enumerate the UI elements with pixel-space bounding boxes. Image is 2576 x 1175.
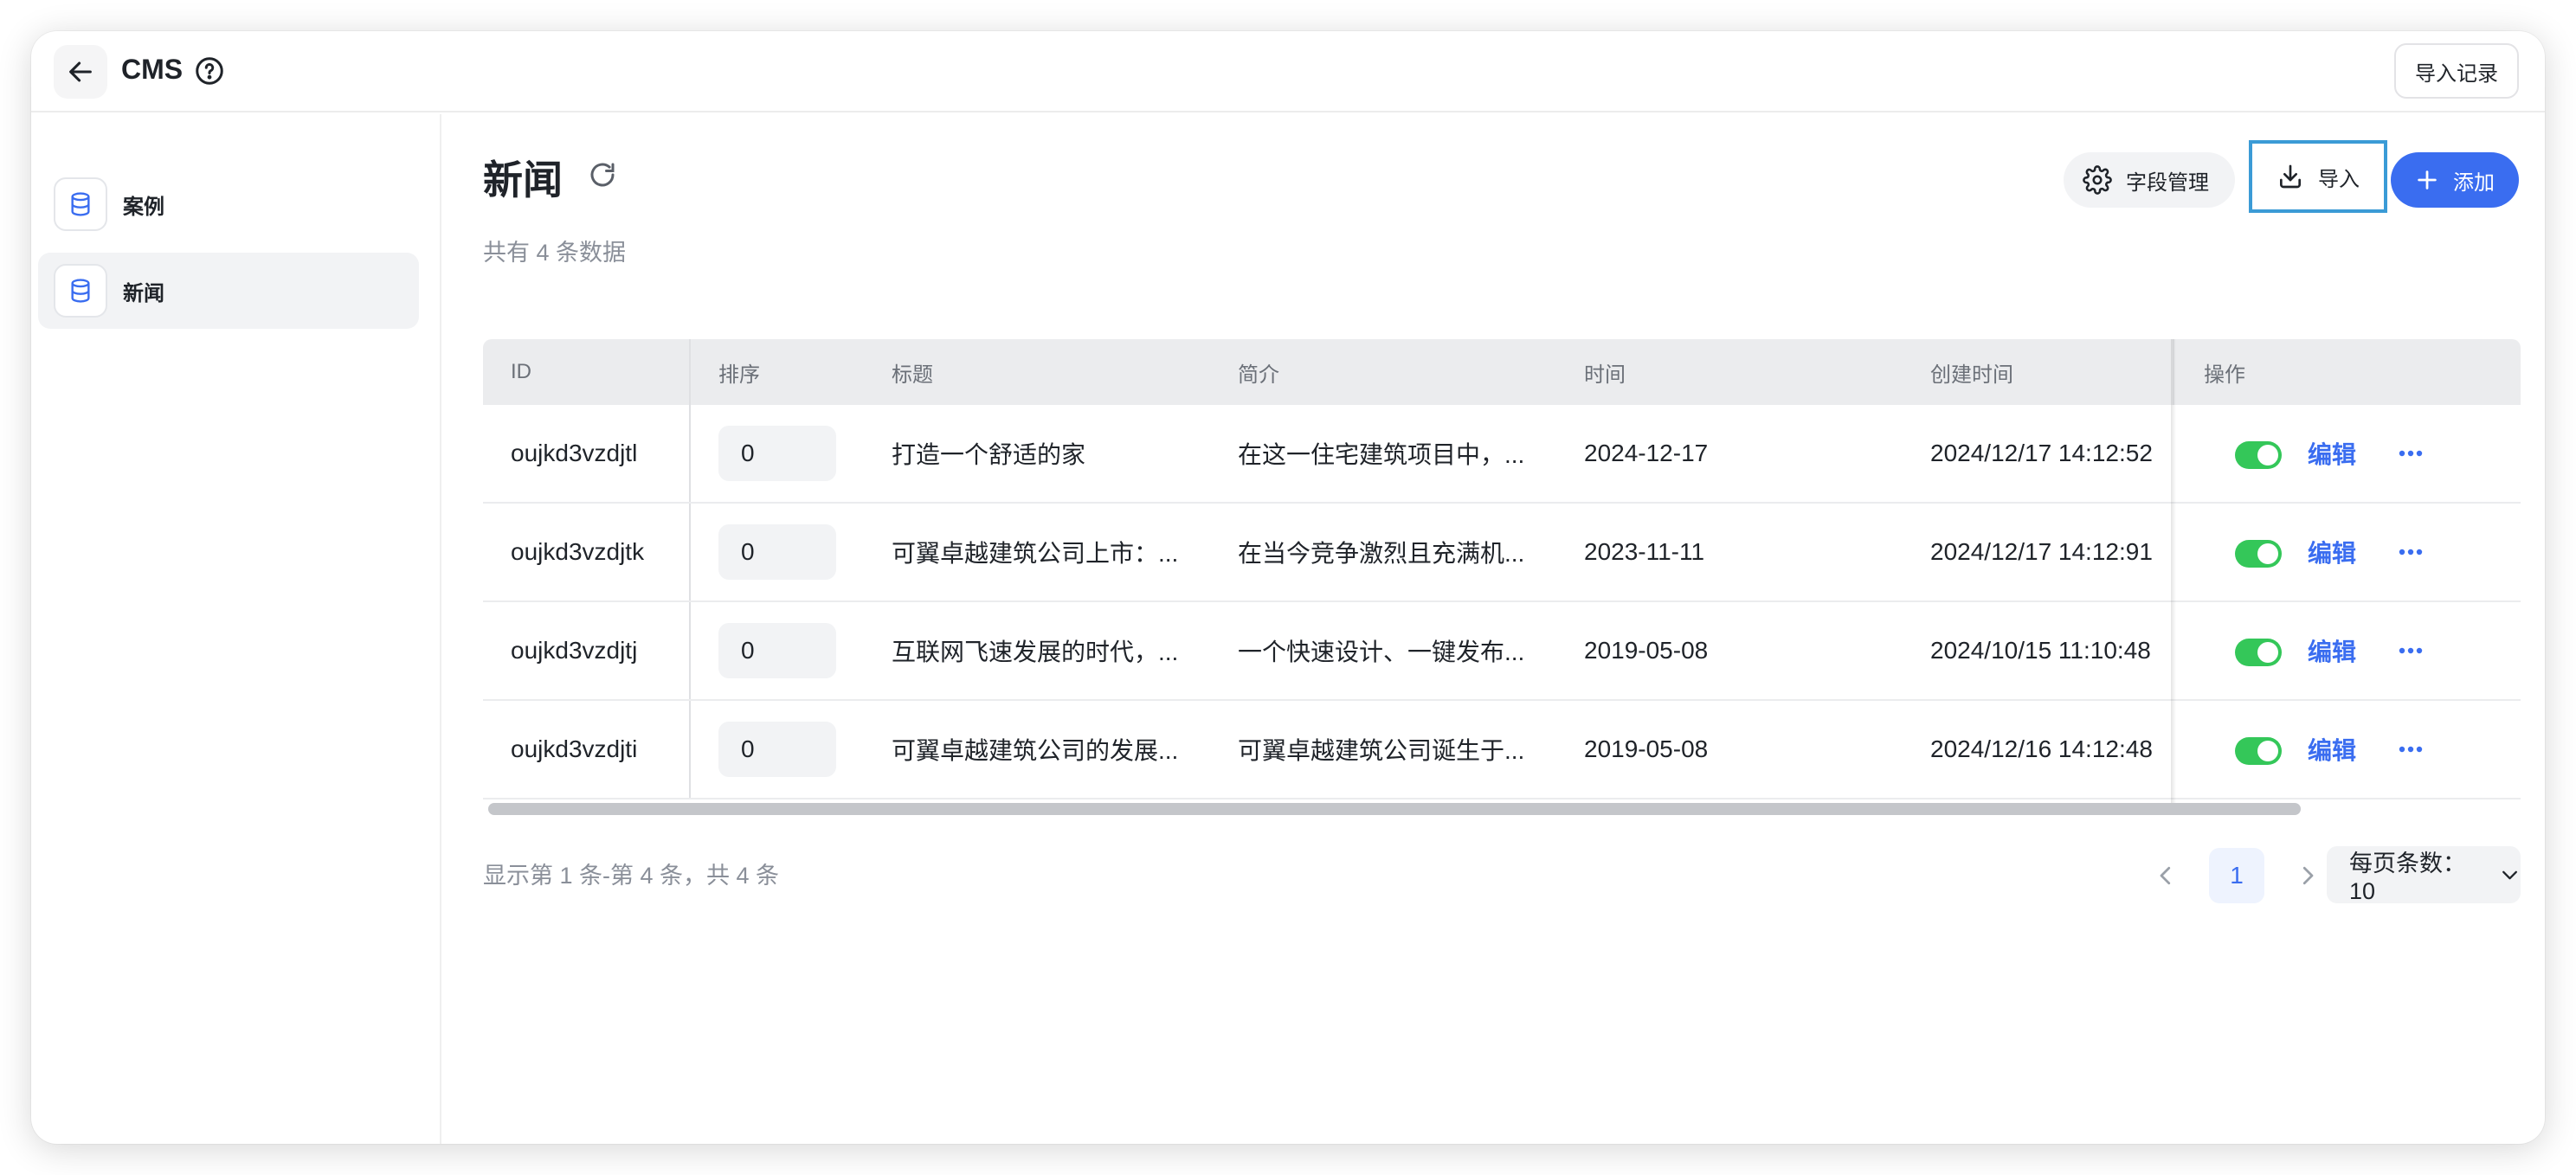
import-button[interactable]: 导入 bbox=[2257, 148, 2379, 205]
arrow-left-icon bbox=[69, 61, 92, 82]
cell-created: 2024/12/16 14:12:48 bbox=[1930, 735, 2153, 762]
cell-id: oujkd3vzdjtk bbox=[511, 538, 645, 565]
column-header-created[interactable]: 创建时间 bbox=[1930, 339, 2013, 405]
chevron-down-icon bbox=[2502, 870, 2517, 880]
enabled-toggle[interactable] bbox=[2235, 737, 2282, 765]
sidebar-item-news[interactable]: 新闻 bbox=[38, 253, 419, 329]
edit-link[interactable]: 编辑 bbox=[2308, 405, 2356, 502]
plus-icon bbox=[2418, 170, 2437, 189]
column-header-order[interactable]: 排序 bbox=[718, 339, 760, 405]
table-row[interactable]: oujkd3vzdjtj 0 互联网飞速发展的时代，... 一个快速设计、一键发… bbox=[483, 602, 2521, 701]
cell-summary: 在当今竞争激烈且充满机... bbox=[1238, 540, 1525, 567]
cell-date: 2024-12-17 bbox=[1584, 440, 1709, 466]
sidebar-item-cases[interactable]: 案例 bbox=[38, 166, 419, 242]
column-header-title[interactable]: 标题 bbox=[892, 339, 933, 405]
order-input[interactable]: 0 bbox=[718, 426, 836, 481]
app-window: CMS 导入记录 案例 新闻 新闻 共有 4 条数据 字段管理 导入 添加 ID… bbox=[31, 31, 2545, 1144]
help-icon[interactable] bbox=[194, 55, 225, 87]
more-icon[interactable] bbox=[2396, 443, 2425, 464]
app-title: CMS bbox=[121, 54, 184, 85]
edit-link[interactable]: 编辑 bbox=[2308, 602, 2356, 699]
cell-title: 互联网飞速发展的时代，... bbox=[892, 639, 1179, 665]
more-icon[interactable] bbox=[2396, 542, 2425, 562]
pagination-summary: 显示第 1 条-第 4 条，共 4 条 bbox=[483, 863, 780, 889]
data-table: ID 排序 标题 简介 时间 创建时间 操作 oujkd3vzdjtl 0 打造… bbox=[483, 339, 2521, 815]
scrollbar-thumb[interactable] bbox=[488, 803, 2301, 815]
field-management-button[interactable]: 字段管理 bbox=[2064, 152, 2235, 208]
add-label: 添加 bbox=[2453, 170, 2495, 195]
column-header-id[interactable]: ID bbox=[511, 339, 531, 405]
previous-page-button[interactable] bbox=[2138, 848, 2193, 903]
horizontal-scrollbar[interactable] bbox=[483, 799, 2521, 815]
sidebar-item-label: 新闻 bbox=[123, 281, 164, 305]
table-header: ID 排序 标题 简介 时间 创建时间 操作 bbox=[483, 339, 2521, 405]
page-number-current[interactable]: 1 bbox=[2209, 848, 2264, 903]
download-icon bbox=[2280, 164, 2301, 189]
order-input[interactable]: 0 bbox=[718, 722, 836, 777]
import-label: 导入 bbox=[2318, 167, 2360, 191]
top-bar: CMS 导入记录 bbox=[31, 31, 2545, 112]
column-header-summary[interactable]: 简介 bbox=[1238, 339, 1279, 405]
cell-created: 2024/12/17 14:12:91 bbox=[1930, 538, 2153, 565]
more-icon[interactable] bbox=[2396, 640, 2425, 661]
cell-id: oujkd3vzdjtl bbox=[511, 440, 638, 466]
cell-created: 2024/10/15 11:10:48 bbox=[1930, 637, 2151, 664]
column-header-actions: 操作 bbox=[2204, 363, 2245, 387]
table-row[interactable]: oujkd3vzdjtk 0 可翼卓越建筑公司上市：... 在当今竞争激烈且充满… bbox=[483, 504, 2521, 602]
edit-link[interactable]: 编辑 bbox=[2308, 504, 2356, 600]
chevron-right-icon bbox=[2302, 866, 2314, 885]
cell-date: 2023-11-11 bbox=[1584, 538, 1705, 565]
database-icon bbox=[71, 279, 90, 303]
sidebar-icon-box bbox=[54, 264, 107, 318]
cell-date: 2019-05-08 bbox=[1584, 637, 1709, 664]
sidebar-item-label: 案例 bbox=[123, 195, 164, 219]
order-input[interactable]: 0 bbox=[718, 623, 836, 678]
cell-title: 打造一个舒适的家 bbox=[892, 441, 1086, 468]
import-log-button[interactable]: 导入记录 bbox=[2394, 43, 2519, 99]
cell-title: 可翼卓越建筑公司的发展... bbox=[892, 737, 1179, 764]
sidebar: 案例 新闻 bbox=[31, 114, 441, 1144]
page-title: 新闻 bbox=[483, 157, 563, 202]
database-icon bbox=[71, 192, 90, 216]
cell-summary: 可翼卓越建筑公司诞生于... bbox=[1238, 737, 1525, 764]
cell-date: 2019-05-08 bbox=[1584, 735, 1709, 762]
cell-id: oujkd3vzdjtj bbox=[511, 637, 638, 664]
order-input[interactable]: 0 bbox=[718, 524, 836, 580]
add-button[interactable]: 添加 bbox=[2391, 152, 2519, 208]
refresh-icon[interactable] bbox=[587, 159, 618, 190]
cell-title: 可翼卓越建筑公司上市：... bbox=[892, 540, 1179, 567]
sticky-column-shadow bbox=[2171, 339, 2176, 803]
enabled-toggle[interactable] bbox=[2235, 441, 2282, 469]
sidebar-icon-box bbox=[54, 177, 107, 231]
chevron-left-icon bbox=[2160, 866, 2171, 885]
table-row[interactable]: oujkd3vzdjti 0 可翼卓越建筑公司的发展... 可翼卓越建筑公司诞生… bbox=[483, 701, 2521, 799]
cell-summary: 在这一住宅建筑项目中，... bbox=[1238, 441, 1525, 468]
field-management-label: 字段管理 bbox=[2126, 170, 2209, 195]
cell-created: 2024/12/17 14:12:52 bbox=[1930, 440, 2153, 466]
cell-summary: 一个快速设计、一键发布... bbox=[1238, 639, 1525, 665]
back-button[interactable] bbox=[54, 45, 107, 99]
column-header-date[interactable]: 时间 bbox=[1584, 339, 1626, 405]
enabled-toggle[interactable] bbox=[2235, 540, 2282, 568]
record-count: 共有 4 条数据 bbox=[483, 240, 627, 266]
import-button-highlight: 导入 bbox=[2249, 140, 2387, 213]
cell-id: oujkd3vzdjti bbox=[511, 735, 638, 762]
gear-icon bbox=[2083, 165, 2112, 195]
page-size-label: 每页条数：10 bbox=[2349, 851, 2466, 904]
enabled-toggle[interactable] bbox=[2235, 639, 2282, 666]
main-content: 新闻 共有 4 条数据 字段管理 导入 添加 ID 排序 标题 简介 时间 创建 bbox=[483, 114, 2521, 1144]
edit-link[interactable]: 编辑 bbox=[2308, 701, 2356, 798]
table-row[interactable]: oujkd3vzdjtl 0 打造一个舒适的家 在这一住宅建筑项目中，... 2… bbox=[483, 405, 2521, 504]
more-icon[interactable] bbox=[2396, 739, 2425, 760]
page-size-select[interactable]: 每页条数：10 bbox=[2327, 846, 2521, 904]
